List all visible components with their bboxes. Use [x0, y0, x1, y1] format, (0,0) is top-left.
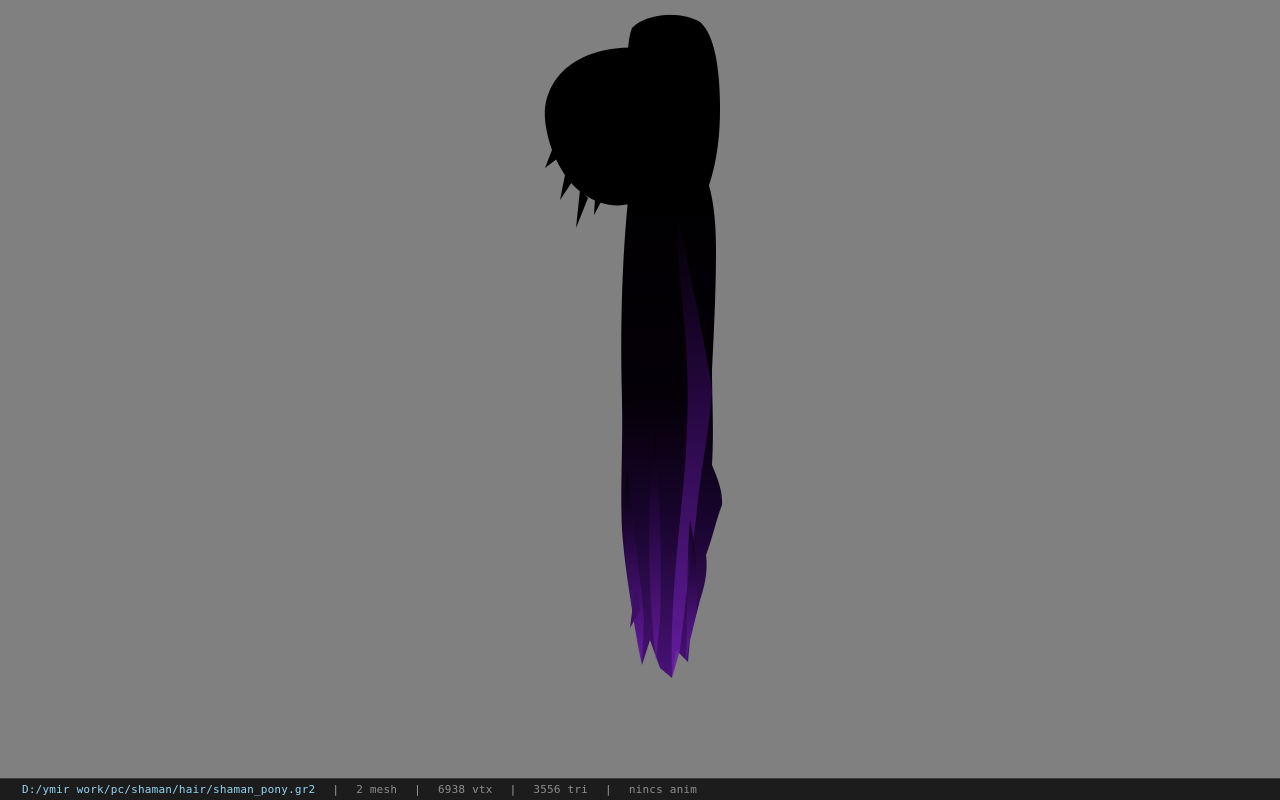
triangle-count-label: 3556 tri — [533, 783, 588, 796]
mesh-count-label: 2 mesh — [356, 783, 398, 796]
status-separator: | — [509, 783, 517, 796]
animation-status-label: nincs anim — [628, 783, 698, 796]
3d-viewport[interactable] — [0, 0, 1280, 778]
status-bar: D:/ymir work/pc/shaman/hair/shaman_pony.… — [0, 778, 1280, 800]
file-path-label: D:/ymir work/pc/shaman/hair/shaman_pony.… — [22, 783, 316, 796]
status-separator: | — [414, 783, 421, 796]
hair-model-render[interactable] — [0, 0, 1280, 778]
vertex-count-label: 6938 vtx — [437, 783, 493, 796]
hair-wisp-4 — [594, 198, 602, 215]
status-separator: | — [604, 783, 612, 796]
status-separator: | — [332, 783, 340, 796]
